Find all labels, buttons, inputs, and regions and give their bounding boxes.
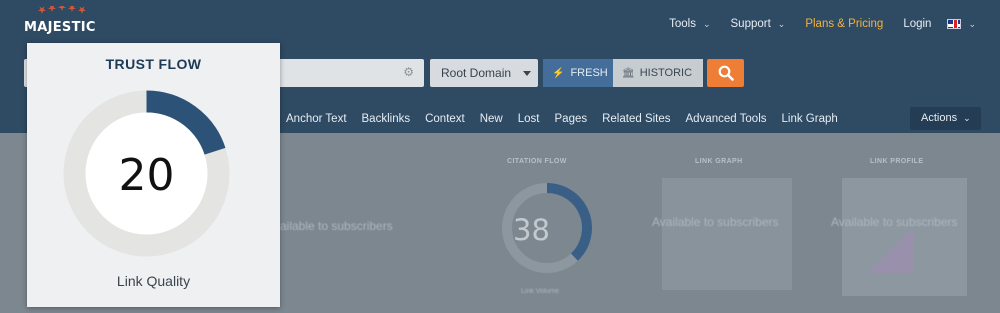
nav-support-label: Support [730,18,771,30]
chevron-down-icon: ⌄ [963,113,971,123]
trust-flow-value: 20 [118,150,175,201]
nav-tools[interactable]: Tools ⌄ [669,18,710,30]
tab-related-sites[interactable]: Related Sites [602,113,670,125]
link-profile-text: Available to subscribers [831,215,958,229]
historic-label: HISTORIC [639,67,693,79]
majestic-logo[interactable]: MAJESTIC [24,6,96,40]
tab-advanced-tools[interactable]: Advanced Tools [686,113,767,125]
citation-flow-sub: Link Volume [521,288,560,295]
tab-context[interactable]: Context [425,113,465,125]
tab-link-graph[interactable]: Link Graph [782,113,838,125]
fresh-label: FRESH [570,67,608,79]
link-profile-placeholder [842,178,967,296]
chevron-down-icon: ⌄ [702,18,711,29]
link-graph-title: LINK GRAPH [695,158,743,165]
nav-login[interactable]: Login [903,18,931,30]
tab-new[interactable]: New [480,113,503,125]
trust-flow-label: Link Quality [116,273,191,289]
lightning-icon: ⚡ [552,68,565,79]
logo-stars-icon [38,6,86,14]
link-graph-placeholder [662,178,792,290]
tab-pages[interactable]: Pages [555,113,588,125]
citation-flow-value: 38 [513,213,550,247]
caret-down-icon [523,71,531,76]
actions-label: Actions [921,112,958,124]
scope-select[interactable]: Root Domain [430,59,538,87]
report-tabs: Anchor Text Backlinks Context New Lost P… [286,113,853,125]
nav-tools-label: Tools [669,18,696,30]
search-button[interactable] [707,59,744,87]
link-graph-text: Available to subscribers [652,215,779,229]
tab-backlinks[interactable]: Backlinks [362,113,411,125]
nav-support[interactable]: Support ⌄ [731,18,786,30]
trust-flow-title: TRUST FLOW [105,56,202,72]
search-icon [718,65,734,81]
tab-lost[interactable]: Lost [518,113,540,125]
fresh-index-button[interactable]: ⚡ FRESH [543,59,613,87]
historic-index-button[interactable]: 🏛 HISTORIC [613,59,703,87]
chevron-down-icon: ⌄ [777,18,786,29]
gear-icon[interactable]: ⚙ [403,65,414,79]
left-subscribers-text: ailable to subscribers [280,219,393,233]
logo-text: MAJESTIC [24,20,96,35]
bank-icon: 🏛 [622,68,635,79]
tab-anchor-text[interactable]: Anchor Text [286,113,347,125]
citation-flow-title: CITATION FLOW [507,158,567,165]
actions-button[interactable]: Actions ⌄ [910,107,981,130]
chevron-down-icon: ⌄ [968,18,976,29]
uk-flag-icon [947,19,962,29]
language-selector[interactable]: ⌄ [931,19,976,30]
top-navigation: Tools ⌄ Support ⌄ Plans & Pricing Login … [649,16,976,32]
nav-plans-pricing[interactable]: Plans & Pricing [805,18,883,30]
link-profile-title: LINK PROFILE [870,158,924,165]
trust-flow-card: TRUST FLOW 20 Link Quality [27,43,280,307]
scope-select-value: Root Domain [441,66,512,80]
